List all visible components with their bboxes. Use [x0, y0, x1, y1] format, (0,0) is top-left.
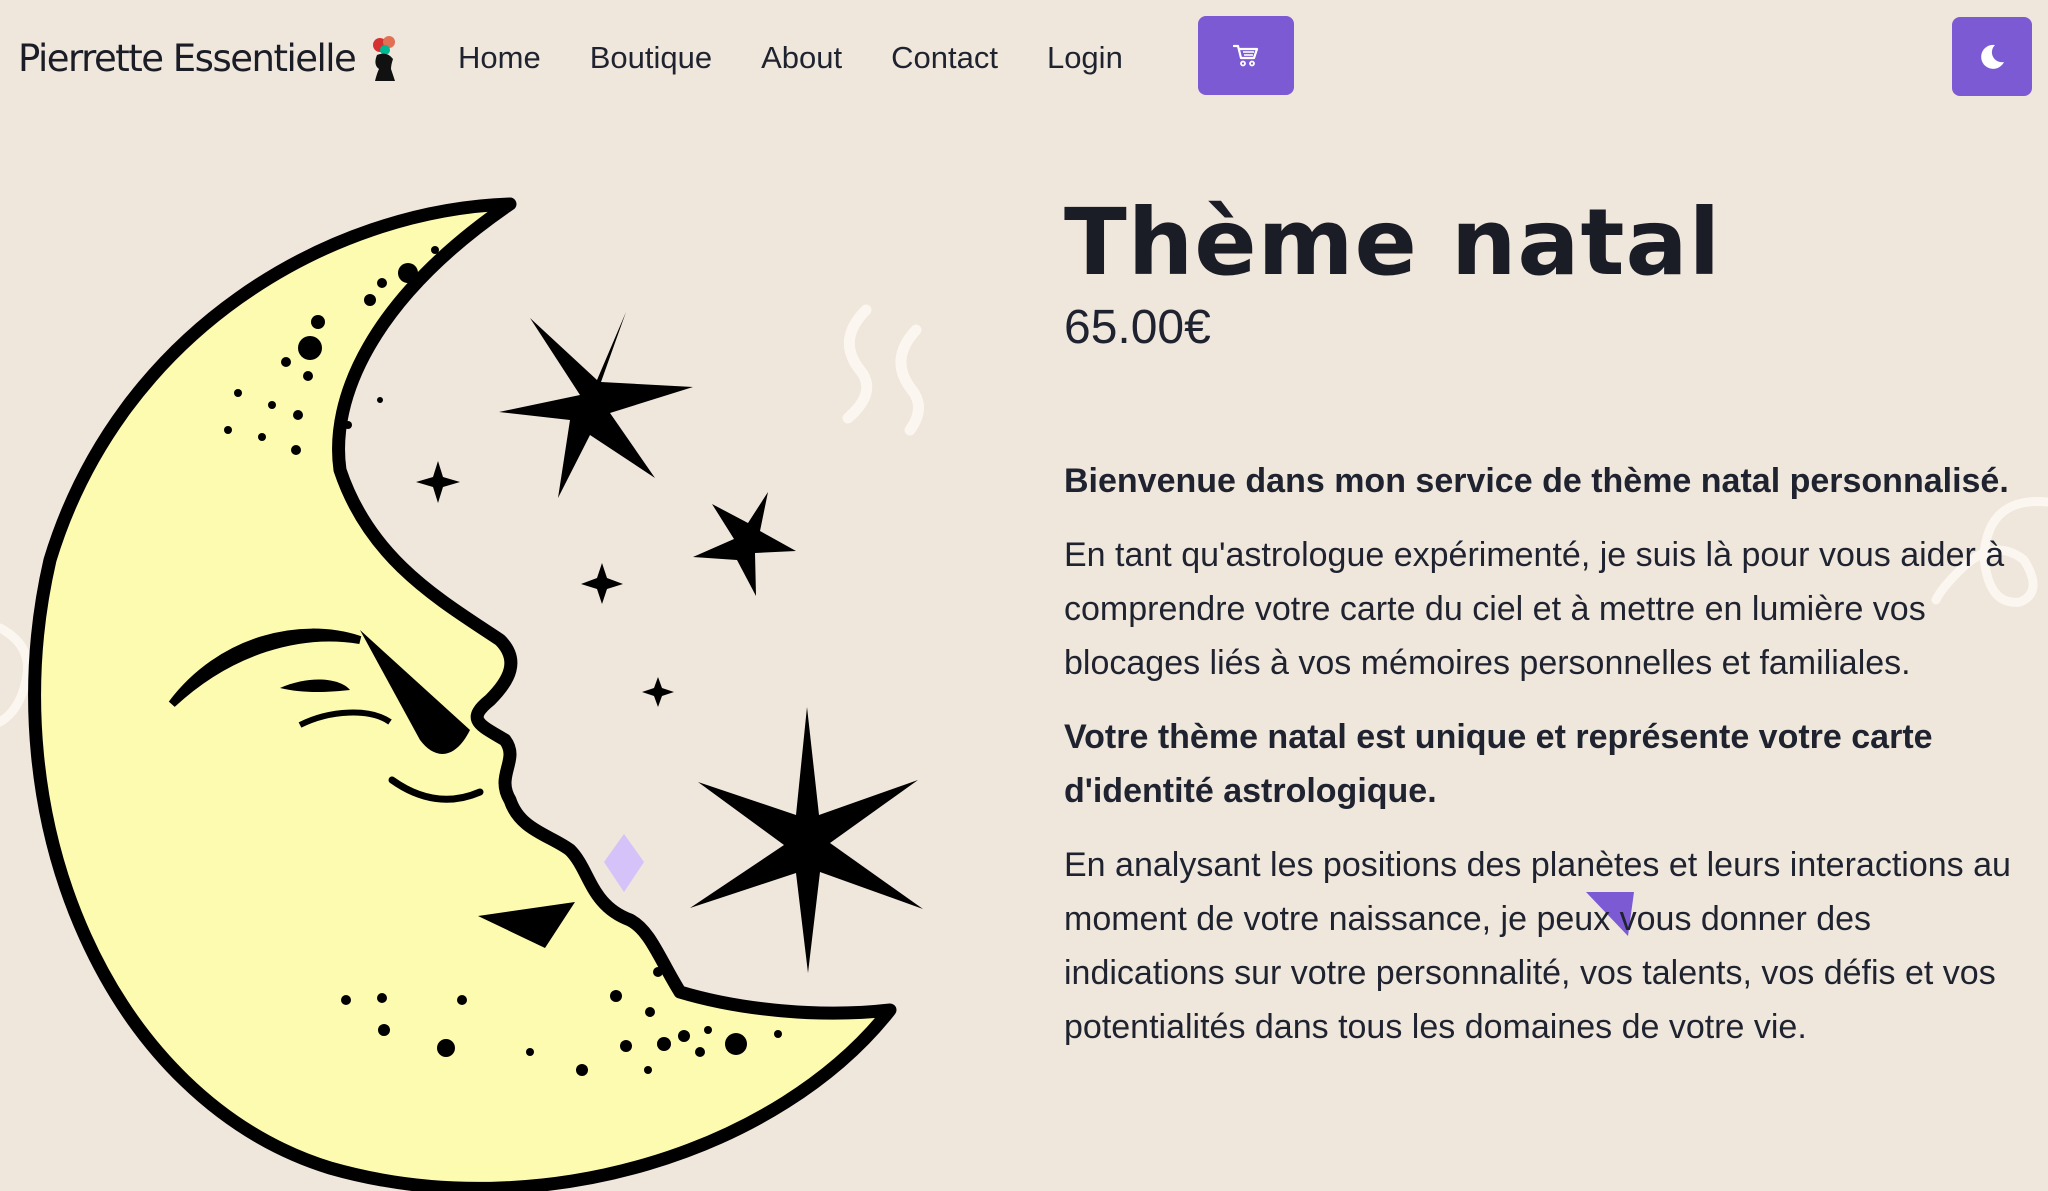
moon-illustration: [28, 197, 923, 1191]
brand-logo-icon: [373, 36, 396, 81]
product-title: Thème natal: [1064, 189, 1722, 296]
moon-icon: [1981, 44, 2004, 69]
brand-link[interactable]: Pierrette Essentielle: [18, 28, 403, 88]
unique-heading: Votre thème natal est unique et représen…: [1064, 718, 1933, 810]
star-large-top: [499, 312, 693, 498]
dark-mode-toggle[interactable]: [1952, 17, 2032, 96]
nav-home-link[interactable]: Home: [458, 30, 541, 86]
cart-button[interactable]: [1198, 16, 1294, 95]
navbar: Pierrette Essentielle Home Boutique Abou…: [0, 0, 2048, 118]
diamond-decoration: [604, 834, 644, 892]
cart-icon: [1233, 44, 1259, 66]
intro-heading: Bienvenue dans mon service de thème nata…: [1064, 462, 2009, 500]
nav-login-link[interactable]: Login: [1047, 30, 1123, 86]
star-medium-right: [693, 492, 796, 596]
nav-links: Home Boutique About Contact Login: [458, 30, 1123, 86]
nav-contact-link[interactable]: Contact: [891, 30, 998, 86]
star-large-bottom: [690, 707, 923, 973]
brand-name: Pierrette Essentielle: [18, 36, 357, 80]
intro-paragraph: En tant qu'astrologue expérimenté, je su…: [1064, 536, 2005, 682]
product-price: 65.00€: [1064, 301, 1211, 354]
nav-about-link[interactable]: About: [761, 30, 842, 86]
nav-boutique-link[interactable]: Boutique: [590, 30, 712, 86]
analysis-paragraph: En analysant les positions des planètes …: [1064, 846, 2011, 1046]
star-small-2: [581, 563, 623, 604]
product-details: Thème natal 65.00€ Bienvenue dans mon se…: [1064, 188, 2030, 1054]
star-small-3: [642, 677, 674, 707]
star-small-1: [416, 461, 460, 503]
product-description: Bienvenue dans mon service de thème nata…: [1064, 454, 2030, 1054]
